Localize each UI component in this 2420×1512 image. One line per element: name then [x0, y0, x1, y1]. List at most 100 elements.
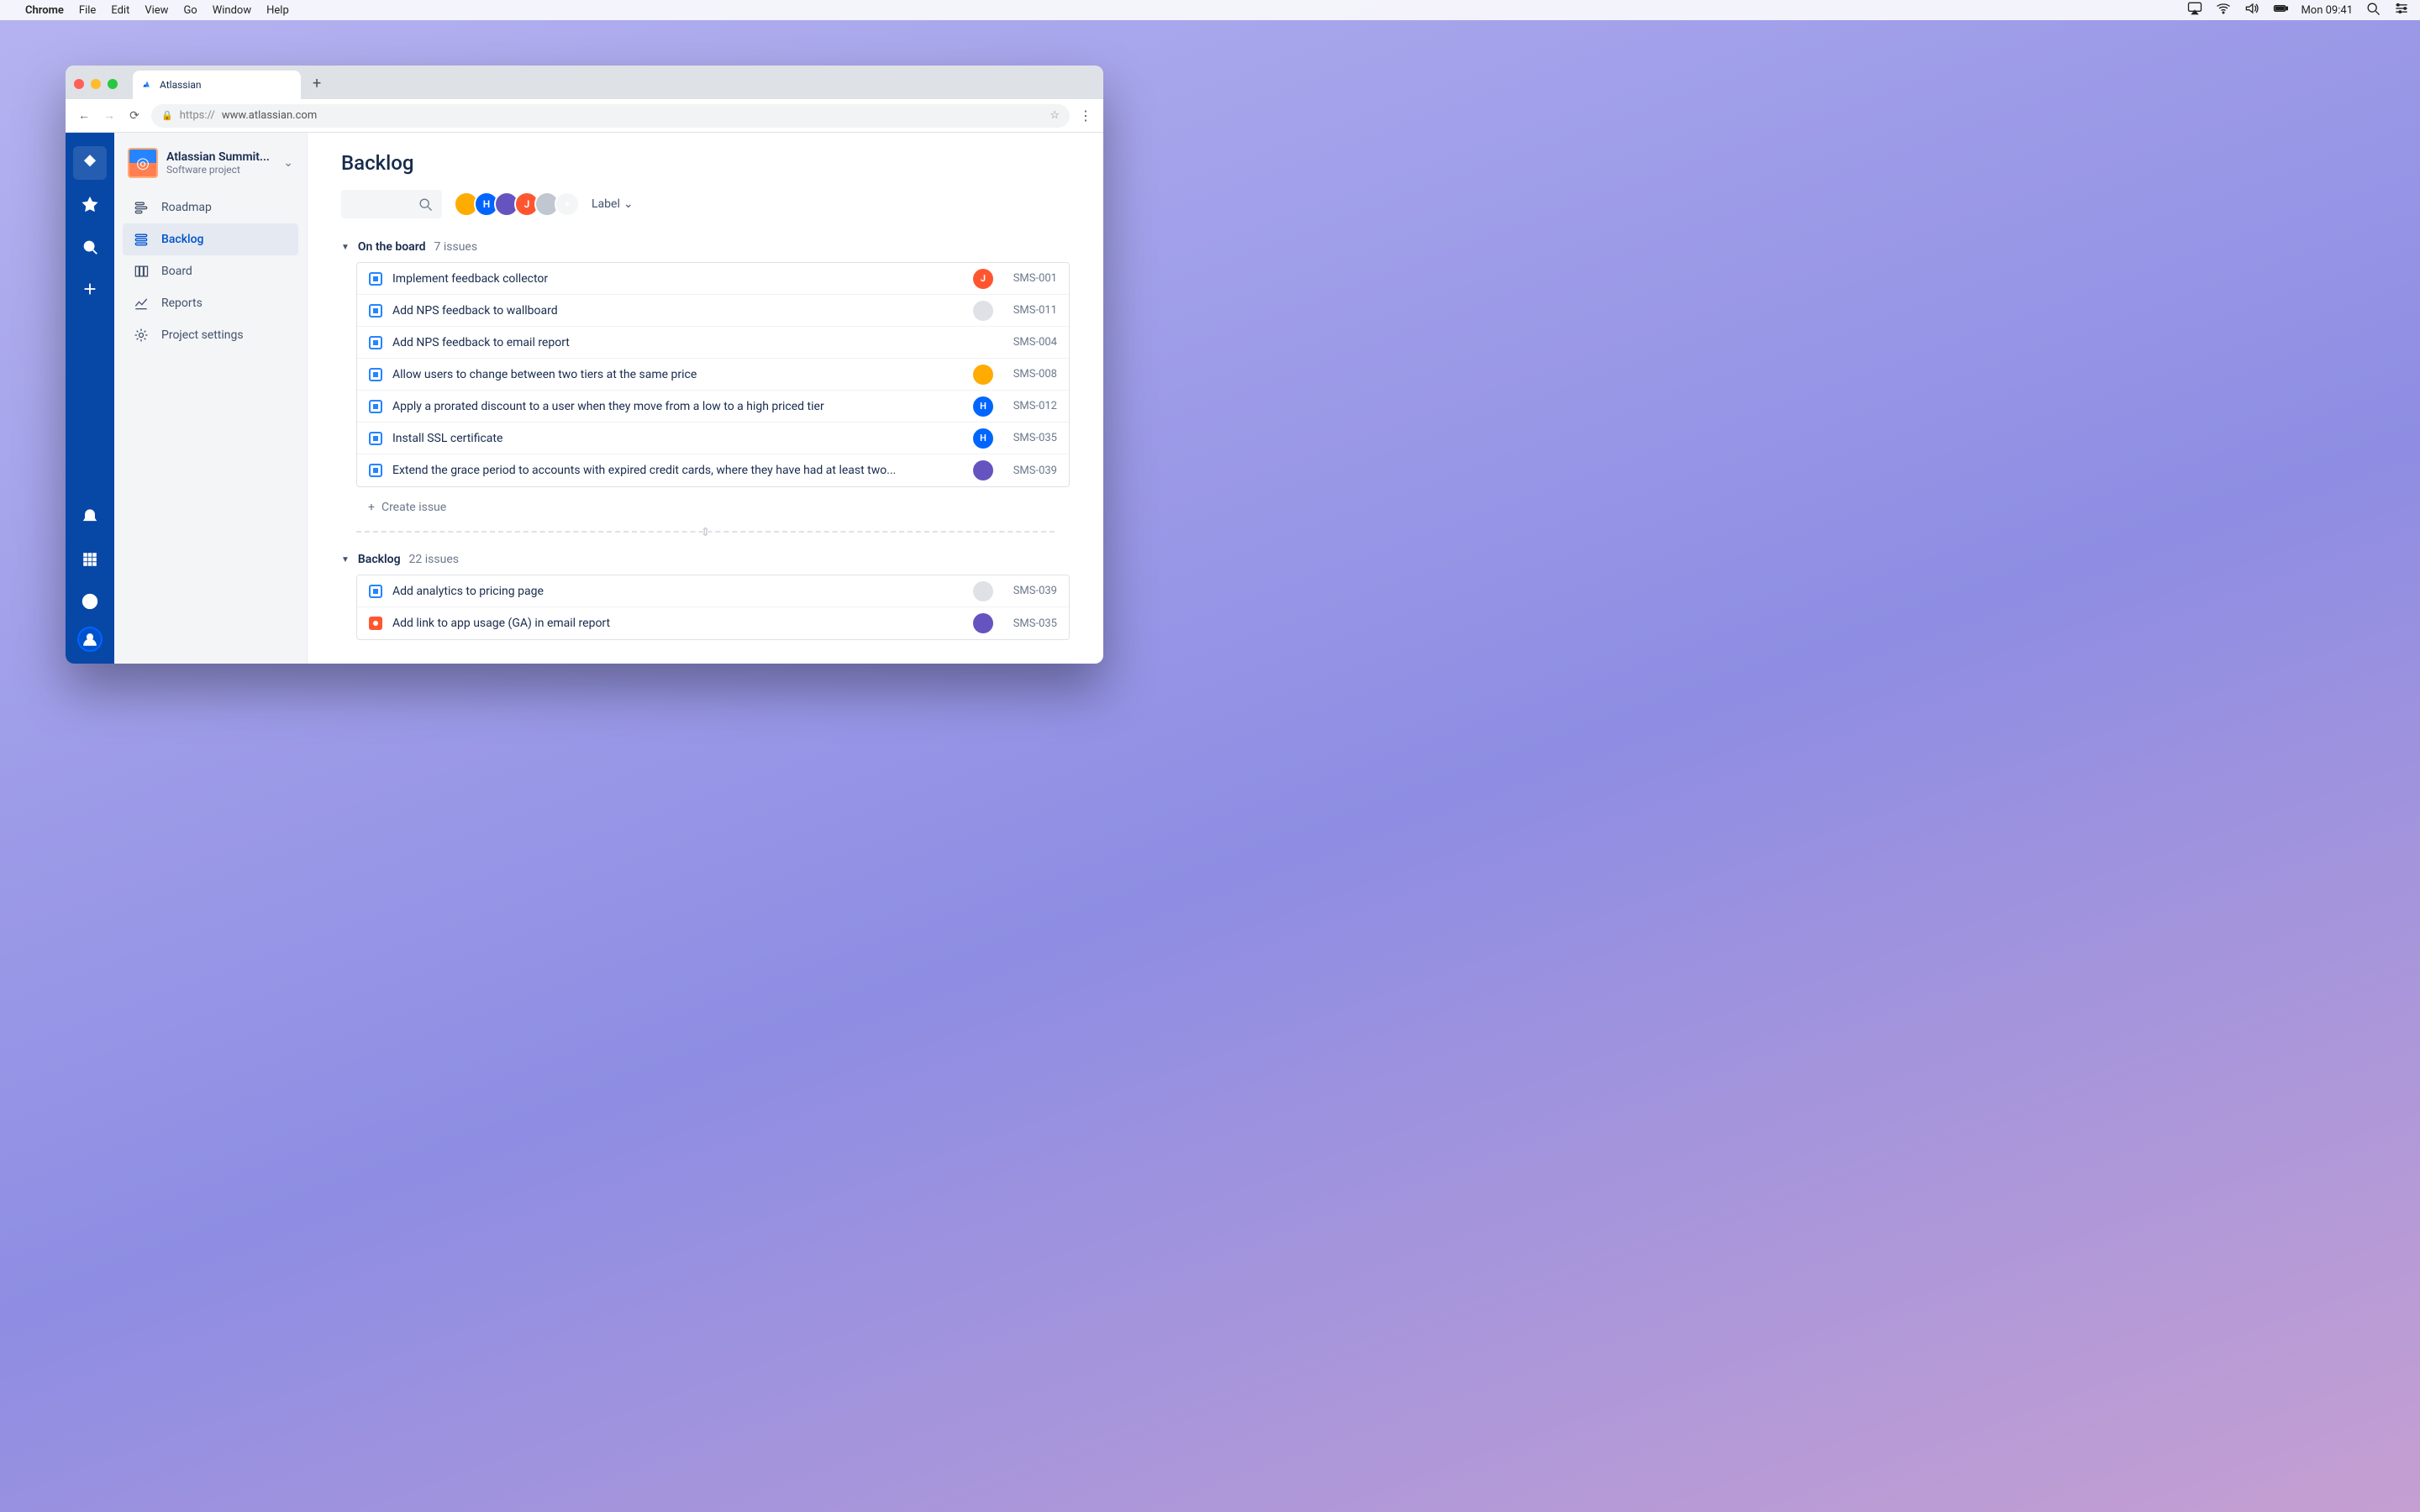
issue-key: SMS-035: [1003, 617, 1057, 630]
menu-file[interactable]: File: [79, 4, 96, 17]
issue-row[interactable]: Implement feedback collector J SMS-001: [357, 263, 1069, 295]
window-close-button[interactable]: [74, 79, 84, 89]
sidebar-item-roadmap[interactable]: Roadmap: [123, 192, 298, 223]
nav-help-icon[interactable]: [73, 585, 107, 618]
assignee-avatar[interactable]: H: [973, 428, 993, 449]
nav-profile-avatar[interactable]: [77, 627, 103, 652]
new-tab-button[interactable]: +: [313, 75, 321, 92]
menu-window[interactable]: Window: [213, 4, 251, 17]
issue-type-icon: [369, 304, 382, 318]
battery-icon[interactable]: [2272, 0, 2289, 20]
forward-button[interactable]: →: [101, 108, 118, 123]
menu-edit[interactable]: Edit: [111, 4, 129, 17]
assignee-avatar[interactable]: [973, 581, 993, 601]
volume-icon[interactable]: [2244, 0, 2260, 20]
project-selector[interactable]: ◎ Atlassian Summit... Software project ⌄: [123, 148, 298, 192]
section-header[interactable]: ▼ On the board 7 issues: [341, 240, 1070, 254]
project-sidebar: ◎ Atlassian Summit... Software project ⌄…: [114, 133, 308, 664]
assignee-filter-avatars: HJ+: [454, 192, 580, 217]
back-button[interactable]: ←: [76, 108, 92, 123]
issue-type-icon: [369, 272, 382, 286]
menubar-app[interactable]: Chrome: [25, 4, 64, 17]
wifi-icon[interactable]: [2215, 0, 2232, 20]
airplay-icon[interactable]: [2186, 0, 2203, 20]
create-issue-button[interactable]: + Create issue: [356, 492, 1070, 522]
issue-key: SMS-011: [1003, 304, 1057, 317]
menu-go[interactable]: Go: [183, 4, 197, 17]
create-issue-label: Create issue: [381, 501, 446, 514]
issue-type-icon: [369, 336, 382, 349]
url-host: www.atlassian.com: [222, 109, 317, 122]
issue-row[interactable]: Add NPS feedback to email report SMS-004: [357, 327, 1069, 359]
sidebar-nav: Roadmap Backlog Board: [123, 192, 298, 351]
add-assignee-button[interactable]: +: [555, 192, 580, 217]
sidebar-item-settings[interactable]: Project settings: [123, 319, 298, 351]
issue-title: Apply a prorated discount to a user when…: [392, 400, 963, 413]
window-minimize-button[interactable]: [91, 79, 101, 89]
issue-title: Allow users to change between two tiers …: [392, 368, 963, 381]
global-nav: [66, 133, 114, 664]
section-name: On the board: [358, 240, 426, 254]
nav-star-icon[interactable]: [73, 188, 107, 222]
assignee-avatar[interactable]: [973, 301, 993, 321]
lock-icon: 🔒: [161, 110, 173, 121]
issue-key: SMS-008: [1003, 368, 1057, 381]
issue-row[interactable]: Allow users to change between two tiers …: [357, 359, 1069, 391]
section-header[interactable]: ▼ Backlog 22 issues: [341, 553, 1070, 566]
search-icon: [417, 196, 434, 213]
roadmap-icon: [133, 199, 150, 216]
assignee-avatar[interactable]: H: [973, 396, 993, 417]
nav-search-icon[interactable]: [73, 230, 107, 264]
browser-tab[interactable]: Atlassian: [133, 71, 301, 99]
project-subtitle: Software project: [166, 164, 270, 176]
plus-icon: +: [368, 501, 375, 514]
issue-row[interactable]: Add analytics to pricing page SMS-039: [357, 575, 1069, 607]
browser-tabstrip: Atlassian +: [66, 66, 1103, 99]
menubar-clock[interactable]: Mon 09:41: [2301, 4, 2353, 17]
project-name: Atlassian Summit...: [166, 150, 270, 164]
label-filter[interactable]: Label ⌄: [592, 197, 634, 211]
menu-view[interactable]: View: [145, 4, 168, 17]
assignee-avatar[interactable]: [973, 613, 993, 633]
bookmark-star-icon[interactable]: ☆: [1050, 109, 1060, 122]
section-divider[interactable]: ⇕: [356, 531, 1055, 533]
issue-title: Add NPS feedback to email report: [392, 336, 993, 349]
issue-row[interactable]: Extend the grace period to accounts with…: [357, 454, 1069, 486]
window-controls: [74, 79, 118, 89]
sidebar-item-reports[interactable]: Reports: [123, 287, 298, 319]
assignee-avatar[interactable]: [973, 460, 993, 480]
issue-row[interactable]: Add link to app usage (GA) in email repo…: [357, 607, 1069, 639]
menu-help[interactable]: Help: [266, 4, 289, 17]
reload-button[interactable]: ⟳: [126, 109, 143, 123]
sidebar-item-label: Backlog: [161, 233, 203, 246]
assignee-avatar[interactable]: [973, 365, 993, 385]
control-center-icon[interactable]: [2393, 0, 2410, 20]
nav-create-icon[interactable]: [73, 272, 107, 306]
browser-menu-button[interactable]: ⋮: [1078, 108, 1093, 123]
section-count: 22 issues: [409, 553, 459, 566]
sidebar-item-board[interactable]: Board: [123, 255, 298, 287]
issue-title: Extend the grace period to accounts with…: [392, 464, 963, 477]
page-title: Backlog: [341, 151, 1070, 175]
issue-row[interactable]: Add NPS feedback to wallboard SMS-011: [357, 295, 1069, 327]
backlog-icon: [133, 231, 150, 248]
issue-row[interactable]: Apply a prorated discount to a user when…: [357, 391, 1069, 423]
sidebar-item-label: Roadmap: [161, 201, 212, 214]
sidebar-item-backlog[interactable]: Backlog: [123, 223, 298, 255]
search-input[interactable]: [341, 190, 442, 218]
sidebar-item-label: Board: [161, 265, 192, 278]
nav-jira-icon[interactable]: [73, 146, 107, 180]
address-bar[interactable]: 🔒 https:// www.atlassian.com ☆: [151, 104, 1070, 128]
backlog-controls: HJ+ Label ⌄: [341, 190, 1070, 218]
window-zoom-button[interactable]: [108, 79, 118, 89]
issue-row[interactable]: Install SSL certificate H SMS-035: [357, 423, 1069, 454]
url-protocol: https://: [180, 109, 215, 122]
issue-type-icon: [369, 368, 382, 381]
spotlight-icon[interactable]: [2365, 0, 2381, 20]
project-avatar-icon: ◎: [128, 148, 158, 178]
nav-notifications-icon[interactable]: [73, 501, 107, 534]
assignee-avatar[interactable]: J: [973, 269, 993, 289]
issue-title: Add NPS feedback to wallboard: [392, 304, 963, 318]
issue-type-icon: [369, 432, 382, 445]
nav-apps-icon[interactable]: [73, 543, 107, 576]
